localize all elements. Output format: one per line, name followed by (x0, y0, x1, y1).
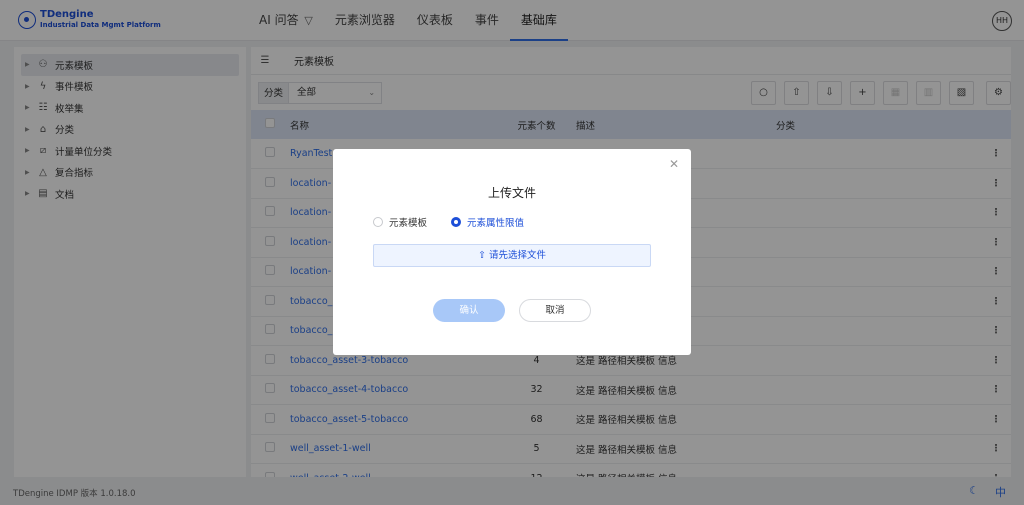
radio-element-template[interactable]: 元素模板 (373, 215, 427, 229)
select-file-label: 请先选择文件 (488, 250, 546, 261)
cancel-button[interactable]: 取消 (519, 299, 591, 322)
upload-file-dialog: ✕ 上传文件 元素模板 元素属性限值 ⇧ 请先选择文件 确认 取消 (333, 149, 691, 355)
upload-type-radio-group: 元素模板 元素属性限值 (373, 215, 548, 229)
upload-icon: ⇧ (477, 250, 486, 261)
radio-attribute-limits[interactable]: 元素属性限值 (451, 215, 524, 229)
confirm-button[interactable]: 确认 (433, 299, 505, 322)
dialog-title: 上传文件 (487, 186, 536, 200)
radio-label: 元素模板 (389, 218, 428, 229)
radio-circle[interactable] (373, 217, 383, 227)
radio-circle[interactable] (451, 217, 462, 227)
close-icon[interactable]: ✕ (669, 157, 679, 171)
select-file-button[interactable]: ⇧ 请先选择文件 (373, 244, 651, 267)
radio-label: 元素属性限值 (467, 218, 525, 229)
